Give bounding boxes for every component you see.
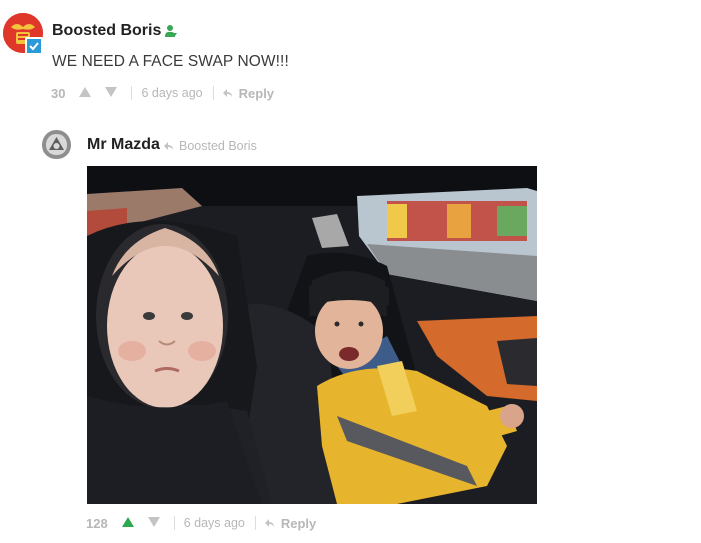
timestamp[interactable]: 6 days ago xyxy=(184,516,245,530)
rotary-engine-logo-icon xyxy=(40,128,73,161)
reply-label: Reply xyxy=(238,85,275,101)
comment-actions: 128 6 days ago Reply xyxy=(86,514,316,532)
car-interior-photo xyxy=(87,166,537,504)
reply-button[interactable]: Reply xyxy=(222,85,275,101)
comment-author[interactable]: Mr Mazda xyxy=(87,136,160,154)
comment-actions: 30 6 days ago Reply xyxy=(51,84,274,102)
avatar[interactable] xyxy=(40,128,73,161)
downvote-icon[interactable] xyxy=(105,84,118,102)
downvote-icon[interactable] xyxy=(147,514,160,532)
comment-thread: Boosted Boris WE NEED A FACE SWAP NOW!!!… xyxy=(0,0,701,543)
reply-arrow-icon xyxy=(264,518,274,527)
reply-arrow-icon xyxy=(222,88,232,97)
comment-author[interactable]: Boosted Boris xyxy=(52,22,161,40)
vote-count: 128 xyxy=(86,515,108,531)
timestamp[interactable]: 6 days ago xyxy=(141,86,202,100)
user-staff-icon xyxy=(165,25,177,37)
reply-arrow-icon xyxy=(164,141,173,150)
comment-image[interactable] xyxy=(87,166,537,504)
replying-to[interactable]: Boosted Boris xyxy=(164,139,257,153)
reply-button[interactable]: Reply xyxy=(264,515,317,531)
verified-badge-icon xyxy=(25,37,43,55)
divider xyxy=(254,516,256,530)
divider xyxy=(131,86,133,100)
upvote-icon[interactable] xyxy=(79,84,92,102)
replying-to-name: Boosted Boris xyxy=(179,139,257,153)
comment-body: WE NEED A FACE SWAP NOW!!! xyxy=(52,53,289,70)
upvote-icon[interactable] xyxy=(121,514,134,532)
divider xyxy=(173,516,175,530)
divider xyxy=(212,86,214,100)
reply-label: Reply xyxy=(280,515,317,531)
vote-count: 30 xyxy=(51,85,66,101)
